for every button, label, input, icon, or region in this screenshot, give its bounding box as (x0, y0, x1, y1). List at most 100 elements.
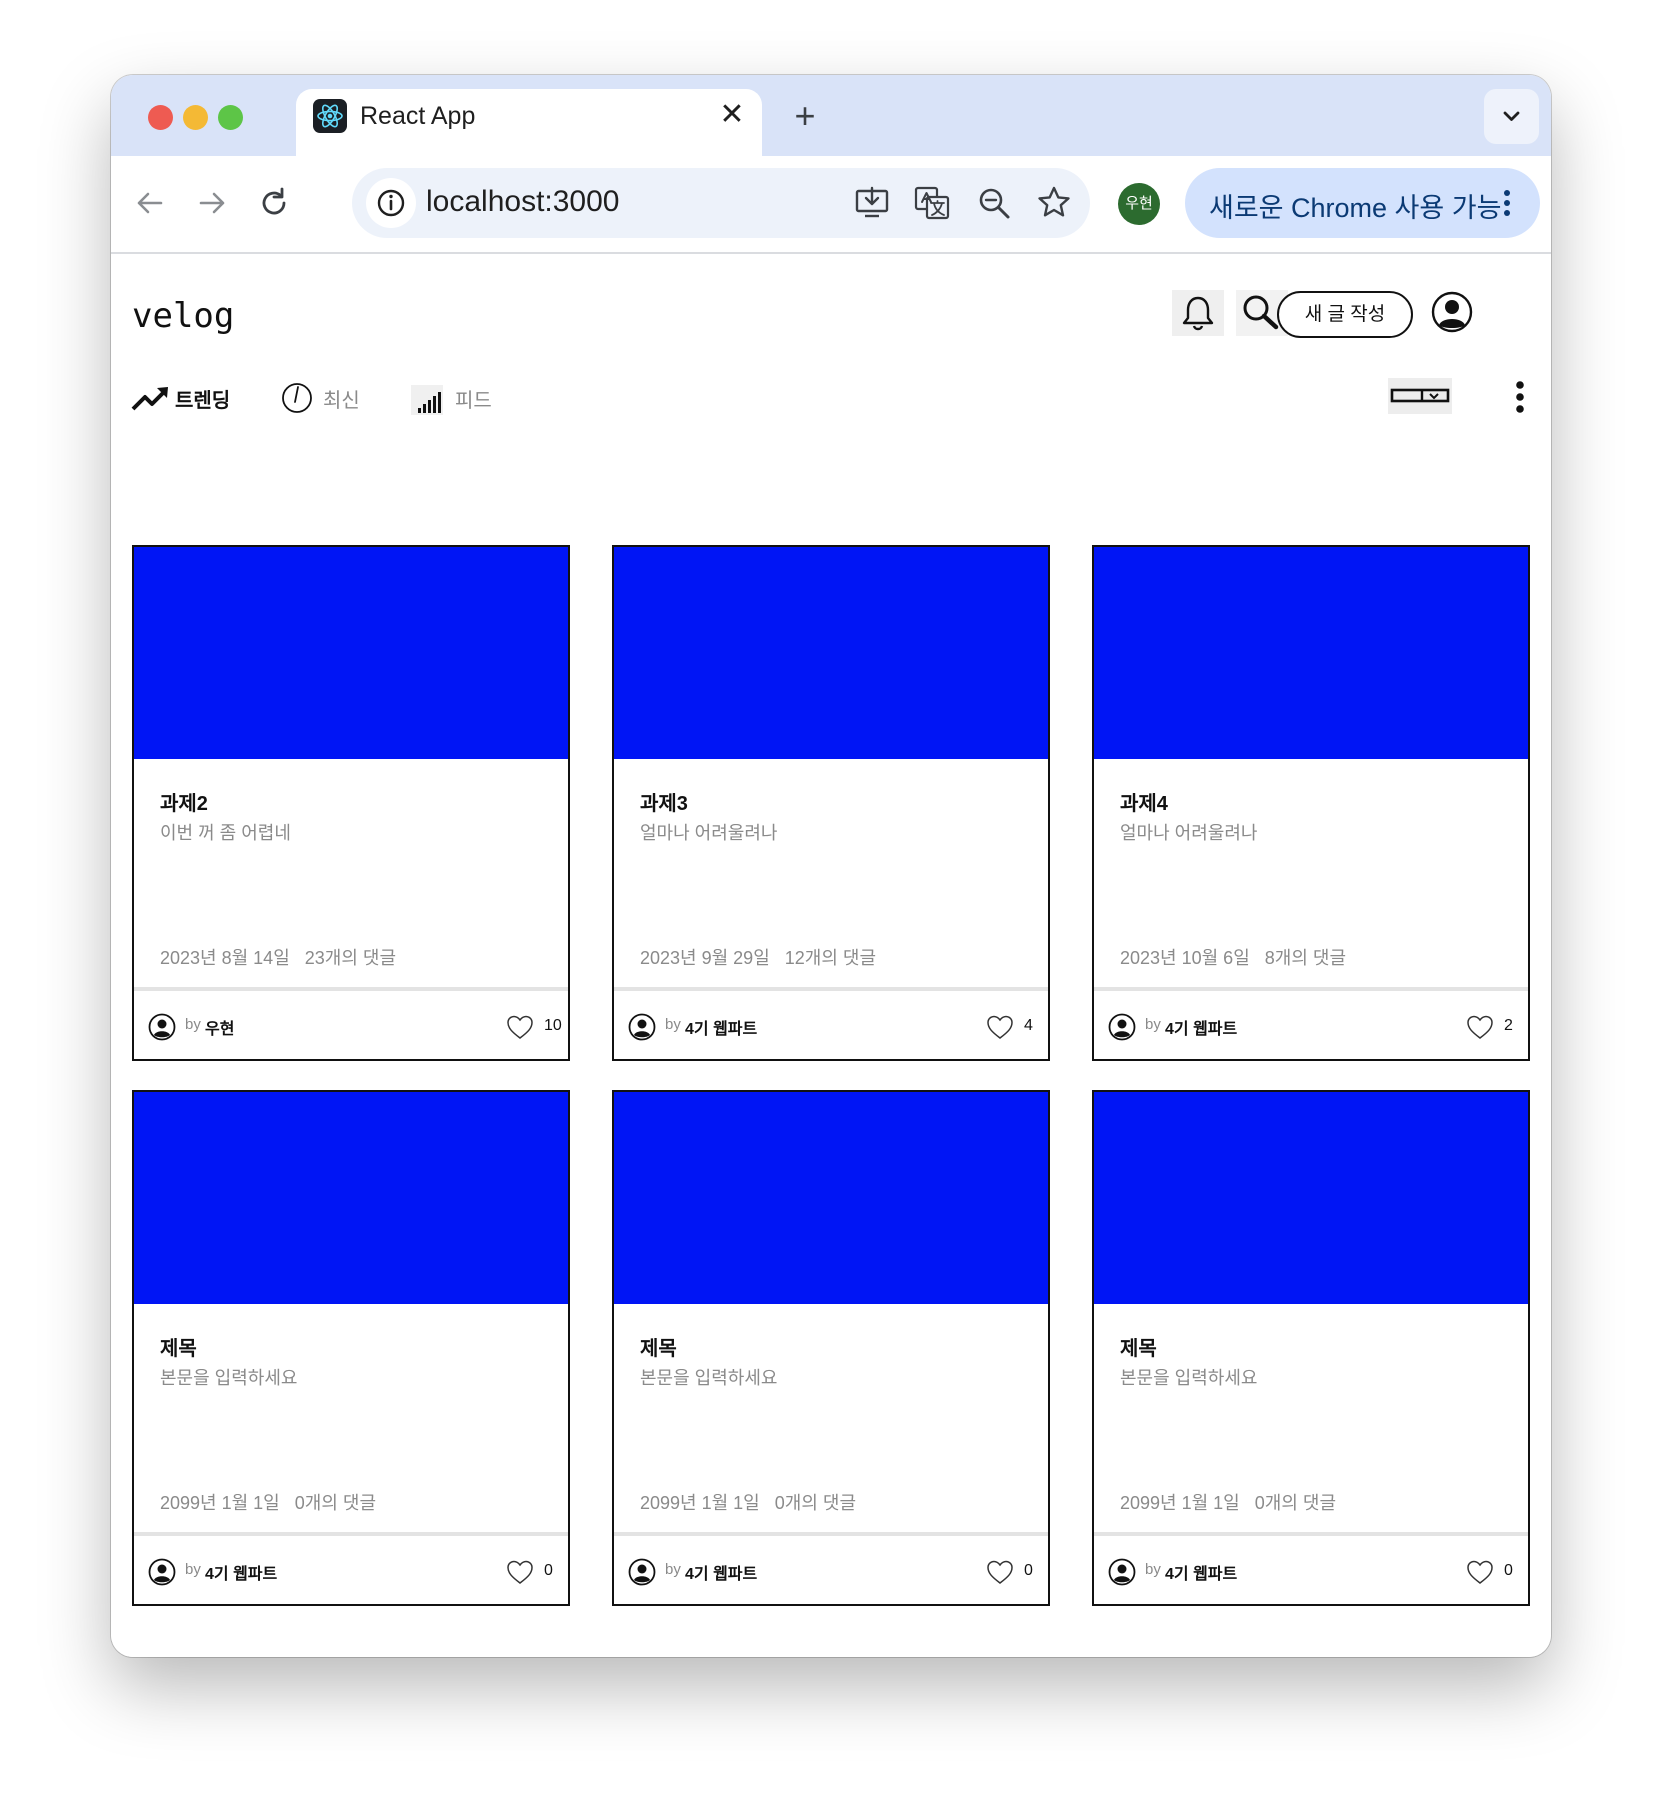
post-comments: 0개의 댓글 (774, 1493, 857, 1513)
new-post-button[interactable]: 새 글 작성 (1277, 291, 1413, 338)
post-date: 2099년 1월 1일 (1120, 1493, 1240, 1513)
post-meta: 2023년 8월 14일 23개의 댓글 (160, 944, 396, 970)
author-avatar-icon (148, 1013, 176, 1041)
kebab-menu-icon[interactable] (1497, 183, 1517, 223)
more-menu-icon[interactable] (1510, 377, 1530, 417)
back-arrow-icon[interactable] (125, 178, 175, 228)
post-thumbnail (1094, 1092, 1528, 1304)
minimize-window-button[interactable] (183, 105, 208, 130)
zoom-icon[interactable] (974, 183, 1014, 223)
heart-icon[interactable] (505, 1012, 535, 1042)
maximize-window-button[interactable] (218, 105, 243, 130)
url-text[interactable]: localhost:3000 (426, 185, 619, 219)
chevron-down-icon (1503, 111, 1520, 121)
browser-toolbar: localhost:3000 우현 새로운 Chrome 사용 가능 (111, 156, 1551, 254)
post-title: 과제3 (640, 793, 688, 815)
list-layout-icon (1390, 388, 1450, 403)
like-count: 2 (1504, 1017, 1513, 1034)
post-author[interactable]: 4기 웹파트 (1165, 1015, 1237, 1039)
post-card[interactable]: 과제2 이번 꺼 좀 어렵네 2023년 8월 14일 23개의 댓글 by 우… (132, 545, 570, 1061)
author-avatar-icon (1108, 1558, 1136, 1586)
post-date: 2023년 10월 6일 (1120, 948, 1250, 968)
heart-icon[interactable] (505, 1557, 535, 1587)
post-meta: 2099년 1월 1일 0개의 댓글 (640, 1489, 856, 1515)
post-author[interactable]: 4기 웹파트 (1165, 1560, 1237, 1584)
chrome-update-button[interactable]: 새로운 Chrome 사용 가능 (1185, 168, 1540, 238)
tab-feed[interactable]: 피드 (411, 375, 511, 421)
post-author[interactable]: 4기 웹파트 (685, 1560, 757, 1584)
install-app-icon[interactable] (852, 183, 892, 223)
post-card[interactable]: 과제4 얼마나 어려울려나 2023년 10월 6일 8개의 댓글 by 4기 … (1092, 545, 1530, 1061)
like-count: 10 (544, 1017, 562, 1034)
tab-search-button[interactable] (1484, 89, 1539, 144)
tab-latest[interactable]: 최신 (279, 375, 379, 421)
post-title: 제목 (640, 1338, 677, 1360)
post-meta: 2023년 10월 6일 8개의 댓글 (1120, 944, 1346, 970)
post-title: 과제4 (1120, 793, 1168, 815)
tab-trending[interactable]: 트렌딩 (131, 375, 241, 421)
post-card[interactable]: 제목 본문을 입력하세요 2099년 1월 1일 0개의 댓글 by 4기 웹파… (612, 1090, 1050, 1606)
author-avatar-icon (628, 1013, 656, 1041)
address-bar[interactable]: localhost:3000 (352, 168, 1090, 238)
post-excerpt: 얼마나 어려울려나 (1120, 823, 1258, 843)
tab-label: 최신 (323, 390, 360, 412)
divider (1094, 987, 1528, 991)
profile-avatar[interactable]: 우현 (1118, 183, 1160, 225)
post-meta: 2023년 9월 29일 12개의 댓글 (640, 944, 876, 970)
divider (134, 987, 568, 991)
post-author[interactable]: 4기 웹파트 (205, 1560, 277, 1584)
forward-arrow-icon[interactable] (187, 178, 237, 228)
react-logo-icon (313, 99, 347, 133)
post-author[interactable]: 우현 (205, 1015, 234, 1039)
heart-icon[interactable] (1465, 1012, 1495, 1042)
post-author[interactable]: 4기 웹파트 (685, 1015, 757, 1039)
site-logo[interactable]: velog (132, 296, 234, 336)
divider (134, 1532, 568, 1536)
post-card[interactable]: 과제3 얼마나 어려울려나 2023년 9월 29일 12개의 댓글 by 4기… (612, 545, 1050, 1061)
divider (614, 987, 1048, 991)
author-avatar-icon (148, 1558, 176, 1586)
post-excerpt: 이번 꺼 좀 어렵네 (160, 823, 291, 843)
heart-icon[interactable] (1465, 1557, 1495, 1587)
post-thumbnail (614, 1092, 1048, 1304)
tab-strip: React App ✕ + (111, 75, 1551, 156)
user-avatar-icon[interactable] (1431, 291, 1473, 333)
post-title: 과제2 (160, 793, 208, 815)
trending-icon (131, 387, 168, 411)
post-date: 2023년 9월 29일 (640, 948, 770, 968)
divider (1094, 1532, 1528, 1536)
post-date: 2099년 1월 1일 (160, 1493, 280, 1513)
by-label: by (185, 1016, 201, 1033)
by-label: by (1145, 1016, 1161, 1033)
post-card[interactable]: 제목 본문을 입력하세요 2099년 1월 1일 0개의 댓글 by 4기 웹파… (1092, 1090, 1530, 1606)
author-avatar-icon (1108, 1013, 1136, 1041)
post-excerpt: 본문을 입력하세요 (160, 1368, 298, 1388)
reload-icon[interactable] (249, 178, 299, 228)
heart-icon[interactable] (985, 1557, 1015, 1587)
post-thumbnail (614, 547, 1048, 759)
signal-bars-icon (411, 385, 443, 415)
post-excerpt: 얼마나 어려울려나 (640, 823, 778, 843)
site-info-button[interactable] (366, 178, 416, 228)
post-title: 제목 (160, 1338, 197, 1360)
bookmark-star-icon[interactable] (1034, 183, 1074, 223)
browser-tab[interactable]: React App ✕ (296, 89, 762, 156)
bell-icon[interactable] (1172, 290, 1224, 336)
like-count: 4 (1024, 1017, 1033, 1034)
post-card[interactable]: 제목 본문을 입력하세요 2099년 1월 1일 0개의 댓글 by 4기 웹파… (132, 1090, 570, 1606)
divider (614, 1532, 1048, 1536)
by-label: by (185, 1561, 201, 1578)
by-label: by (665, 1561, 681, 1578)
heart-icon[interactable] (985, 1012, 1015, 1042)
layout-toggle-button[interactable] (1388, 378, 1452, 414)
close-window-button[interactable] (148, 105, 173, 130)
translate-icon[interactable] (912, 183, 952, 223)
post-meta: 2099년 1월 1일 0개의 댓글 (1120, 1489, 1336, 1515)
new-tab-button[interactable]: + (783, 94, 827, 138)
browser-window: React App ✕ + localhost:3000 우현 새로운 Chro… (111, 75, 1551, 1657)
like-count: 0 (1024, 1562, 1033, 1579)
post-excerpt: 본문을 입력하세요 (1120, 1368, 1258, 1388)
close-tab-icon[interactable]: ✕ (714, 97, 750, 133)
post-comments: 23개의 댓글 (304, 948, 397, 968)
tab-title: React App (360, 102, 476, 130)
